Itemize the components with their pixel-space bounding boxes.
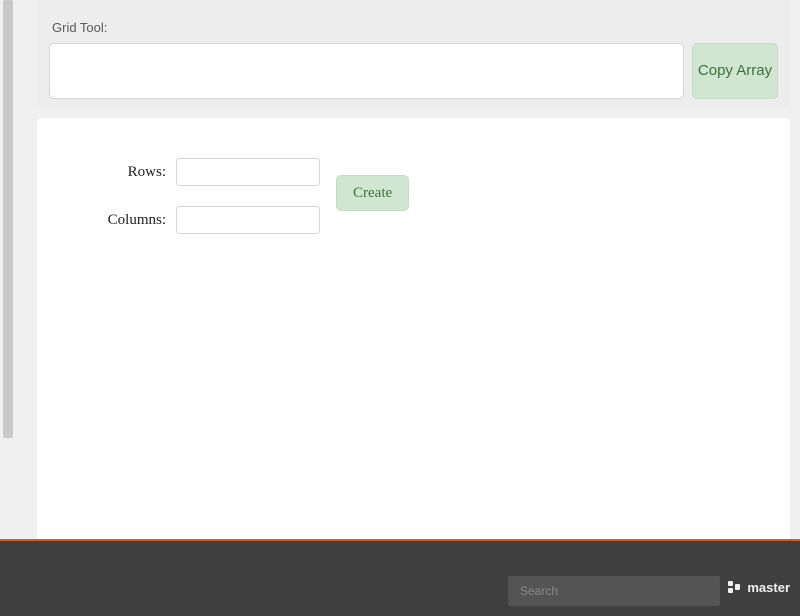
inner-scrollbar[interactable] — [3, 0, 13, 438]
array-input[interactable] — [49, 43, 684, 99]
create-button[interactable]: Create — [336, 175, 409, 211]
copy-array-button[interactable]: Copy Array — [692, 43, 778, 99]
columns-label: Columns: — [108, 212, 166, 229]
grid-tool-header-panel: Grid Tool: Copy Array — [37, 0, 790, 109]
search-input[interactable] — [508, 576, 720, 606]
branch-name: master — [747, 580, 790, 595]
section-title: Grid Tool: — [52, 20, 778, 35]
rows-input[interactable] — [176, 158, 320, 186]
git-branch-icon — [726, 579, 742, 595]
rows-label: Rows: — [128, 164, 166, 181]
main-scroll-region[interactable]: Grid Tool: Copy Array Rows: Columns: — [0, 0, 800, 540]
columns-input[interactable] — [176, 206, 320, 234]
branch-indicator[interactable]: master — [726, 579, 790, 595]
grid-tool-body-panel: Rows: Columns: Create — [37, 118, 790, 540]
footer-bar: master — [0, 541, 800, 616]
